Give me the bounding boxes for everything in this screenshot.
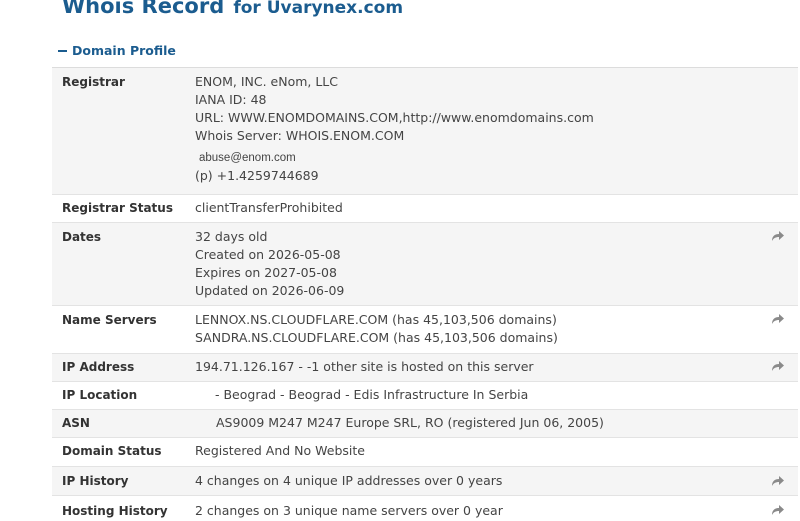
- row-registrar-status: Registrar Status clientTransferProhibite…: [52, 195, 798, 222]
- ip-location-label: IP Location: [62, 388, 138, 402]
- registrar-name: ENOM, INC. eNom, LLC: [195, 74, 338, 89]
- ip-address-label: IP Address: [62, 360, 135, 374]
- domain-age: 32 days old: [195, 229, 268, 244]
- row-registrar: Registrar ENOM, INC. eNom, LLC IANA ID: …: [52, 68, 798, 194]
- whois-title: Whois Record: [62, 0, 225, 18]
- row-hosting-history: Hosting History 2 changes on 3 unique na…: [52, 496, 798, 521]
- name-servers-label: Name Servers: [62, 313, 157, 327]
- domain-profile-toggle[interactable]: Domain Profile: [58, 43, 176, 58]
- registrar-status-label: Registrar Status: [62, 201, 173, 215]
- registrar-iana: IANA ID: 48: [195, 92, 267, 107]
- domain-status-label: Domain Status: [62, 444, 162, 458]
- share-arrow-icon[interactable]: [771, 230, 785, 242]
- dates-label: Dates: [62, 230, 102, 244]
- registrar-url: URL: WWW.ENOMDOMAINS.COM,http://www.enom…: [195, 110, 594, 125]
- name-server-1: LENNOX.NS.CLOUDFLARE.COM (has 45,103,506…: [195, 312, 557, 327]
- share-arrow-icon[interactable]: [771, 504, 785, 516]
- domain-subtitle: for Uvarynex.com: [233, 0, 404, 18]
- asn-value: AS9009 M247 M247 Europe SRL, RO (registe…: [216, 415, 604, 430]
- expires-date: Expires on 2027-05-08: [195, 265, 337, 280]
- share-arrow-icon[interactable]: [771, 313, 785, 325]
- hosting-history-label: Hosting History: [62, 504, 168, 518]
- name-server-2: SANDRA.NS.CLOUDFLARE.COM (has 45,103,506…: [195, 330, 558, 345]
- registrar-label: Registrar: [62, 75, 125, 89]
- row-ip-location: IP Location - Beograd - Beograd - Edis I…: [52, 382, 798, 409]
- page-title: Whois Record for Uvarynex.com: [62, 0, 403, 18]
- registrar-value: ENOM, INC. eNom, LLC IANA ID: 48 URL: WW…: [195, 73, 594, 185]
- row-domain-status: Domain Status Registered And No Website: [52, 438, 798, 466]
- share-arrow-icon[interactable]: [771, 360, 785, 372]
- registrar-whois-server: Whois Server: WHOIS.ENOM.COM: [195, 128, 405, 143]
- asn-label: ASN: [62, 416, 90, 430]
- registrar-status-value: clientTransferProhibited: [195, 200, 343, 215]
- share-arrow-icon[interactable]: [771, 475, 785, 487]
- hosting-history-value: 2 changes on 3 unique name servers over …: [195, 503, 503, 518]
- ip-history-value: 4 changes on 4 unique IP addresses over …: [195, 473, 503, 488]
- registrar-phone: (p) +1.4259744689: [195, 168, 319, 183]
- row-asn: ASN AS9009 M247 M247 Europe SRL, RO (reg…: [52, 410, 798, 437]
- created-date: Created on 2026-05-08: [195, 247, 341, 262]
- ip-address-value: 194.71.126.167 - -1 other site is hosted…: [195, 359, 534, 374]
- row-ip-history: IP History 4 changes on 4 unique IP addr…: [52, 467, 798, 495]
- name-servers-value: LENNOX.NS.CLOUDFLARE.COM (has 45,103,506…: [195, 311, 558, 347]
- dates-value: 32 days old Created on 2026-05-08 Expire…: [195, 228, 344, 300]
- minus-icon: [58, 49, 67, 52]
- row-name-servers: Name Servers LENNOX.NS.CLOUDFLARE.COM (h…: [52, 306, 798, 353]
- ip-history-label: IP History: [62, 474, 129, 488]
- row-ip-address: IP Address 194.71.126.167 - -1 other sit…: [52, 354, 798, 381]
- row-dates: Dates 32 days old Created on 2026-05-08 …: [52, 223, 798, 305]
- updated-date: Updated on 2026-06-09: [195, 283, 345, 298]
- ip-location-value: - Beograd - Beograd - Edis Infrastructur…: [215, 387, 529, 402]
- domain-status-value: Registered And No Website: [195, 443, 365, 458]
- section-label: Domain Profile: [72, 43, 176, 58]
- registrar-email: abuse@enom.com: [199, 152, 296, 164]
